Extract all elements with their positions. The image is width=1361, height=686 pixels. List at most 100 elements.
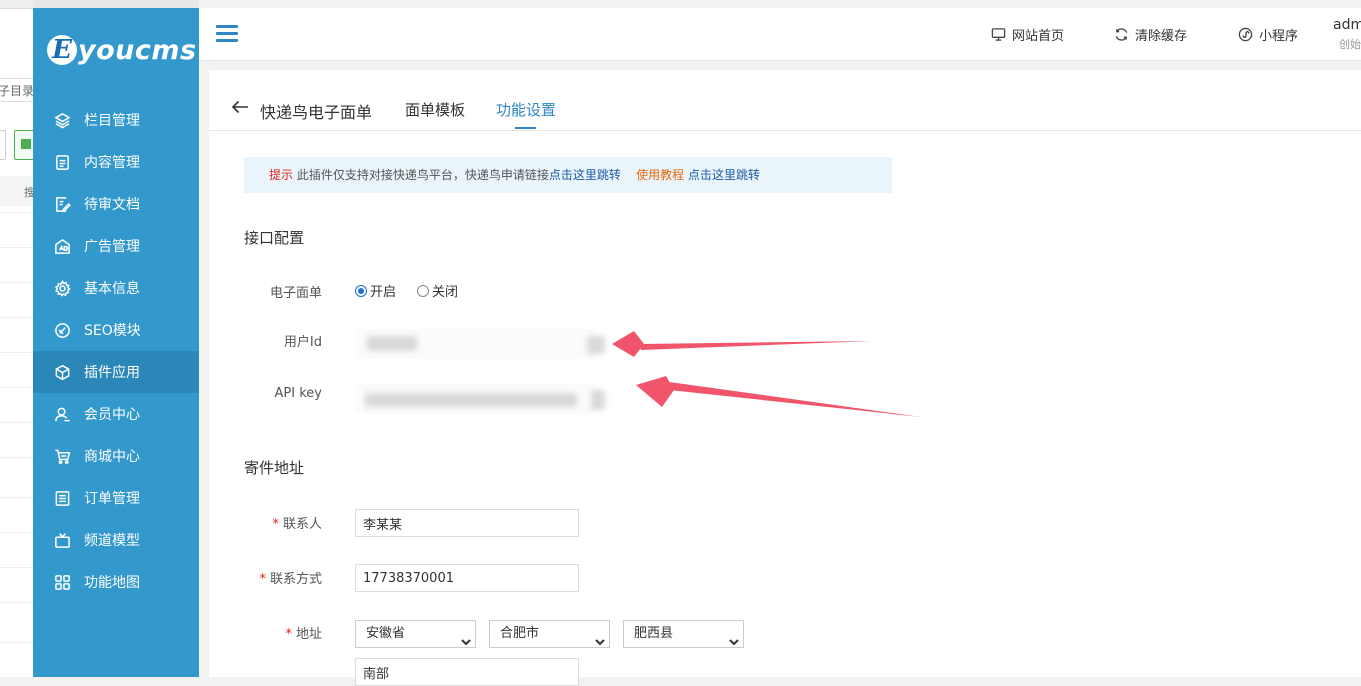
annotation-arrows xyxy=(612,331,921,417)
miniprogram-icon xyxy=(1238,27,1253,42)
arrow-to-api-key xyxy=(636,376,921,417)
sidebar-item-pending[interactable]: 待审文档 xyxy=(33,183,199,225)
menu-toggle-icon[interactable] xyxy=(216,25,238,43)
notice-prefix: 提示 xyxy=(269,168,294,182)
radio-on[interactable] xyxy=(355,284,367,297)
tab-template[interactable]: 面单模板 xyxy=(405,99,465,120)
seo-icon xyxy=(53,321,71,339)
header-link-label: 网站首页 xyxy=(1012,29,1065,44)
sidebar-item-label: 广告管理 xyxy=(84,239,140,255)
admin-username[interactable]: adm xyxy=(1333,17,1361,33)
province-value: 安徽省 xyxy=(366,626,406,641)
sidebar-item-label: 频道模型 xyxy=(84,533,140,549)
sidebar-item-label: 功能地图 xyxy=(84,575,140,591)
apply-link[interactable]: 点击这里跳转 xyxy=(549,168,621,182)
radio-off[interactable] xyxy=(417,284,430,297)
address-label-text: 地址 xyxy=(295,627,322,642)
gear-icon xyxy=(53,279,71,297)
active-tab-indicator xyxy=(515,127,536,129)
arrow-to-user-id xyxy=(612,331,872,357)
sidebar-item-shop[interactable]: 商城中心 xyxy=(33,435,199,477)
contact-label: * 联系人 xyxy=(272,517,322,532)
sidebar-item-orders[interactable]: 订单管理 xyxy=(33,477,199,519)
city-value: 合肥市 xyxy=(500,626,540,641)
list-icon xyxy=(53,489,71,507)
top-header: 网站首页 清除缓存 小程序 adm 创始 xyxy=(199,8,1361,61)
monitor-icon xyxy=(991,28,1006,41)
notice-text: 此插件仅支持对接快递鸟平台，快递鸟申请链接 xyxy=(293,168,549,182)
sidebar-item-label: 商城中心 xyxy=(84,449,140,465)
api-config-title: 接口配置 xyxy=(244,229,305,247)
cube-icon xyxy=(53,363,71,381)
sender-address-title: 寄件地址 xyxy=(244,459,305,477)
cart-icon xyxy=(53,447,71,465)
sidebar-item-channels[interactable]: 频道模型 xyxy=(33,519,199,561)
radio-on-label[interactable]: 开启 xyxy=(370,281,396,300)
layers-icon xyxy=(53,111,71,129)
ad-icon xyxy=(53,237,71,255)
user-id-label: 用户Id xyxy=(283,335,322,350)
eorder-label: 电子面单 xyxy=(269,286,322,301)
sidebar-item-seo[interactable]: SEO模块 xyxy=(33,309,199,351)
header-link-label: 小程序 xyxy=(1259,29,1299,44)
sidebar-item-label: 基本信息 xyxy=(84,281,140,297)
contact-label-text: 联系人 xyxy=(282,517,322,532)
api-key-redacted-tail xyxy=(591,390,605,410)
chevron-down-icon xyxy=(729,630,739,646)
logo-text: youcms xyxy=(78,34,197,66)
admin-role: 创始 xyxy=(1339,38,1361,51)
document-icon xyxy=(53,153,71,171)
sidebar-item-label: 插件应用 xyxy=(84,365,140,381)
district-select[interactable]: 肥西县 xyxy=(623,620,744,648)
sidebar-item-plugins[interactable]: 插件应用 xyxy=(33,351,199,393)
background-window: 子目录 搜 xyxy=(0,0,34,677)
radio-off-label[interactable]: 关闭 xyxy=(432,281,458,300)
address-label: * 地址 xyxy=(285,627,322,642)
tutorial-link[interactable]: 点击这里跳转 xyxy=(688,168,760,182)
sidebar-item-label: SEO模块 xyxy=(84,323,141,339)
background-window-bar xyxy=(0,0,33,9)
sidebar-menu: 栏目管理 内容管理 待审文档 广告管理 基本信息 SEO模块 插件应用 会员中心… xyxy=(33,99,199,603)
api-key-redacted xyxy=(365,393,577,407)
contact-input[interactable] xyxy=(355,509,579,537)
header-link-clear-cache[interactable]: 清除缓存 xyxy=(1114,25,1187,44)
background-grid-button xyxy=(14,130,33,160)
edit-document-icon xyxy=(53,195,71,213)
sidebar-item-members[interactable]: 会员中心 xyxy=(33,393,199,435)
background-table-header: 搜 xyxy=(0,176,33,206)
city-select[interactable]: 合肥市 xyxy=(489,620,610,648)
district-value: 肥西县 xyxy=(634,626,674,641)
sidebar: E youcms 栏目管理 内容管理 待审文档 广告管理 基本信息 SEO模块 xyxy=(33,0,199,677)
notice-banner: 提示 此插件仅支持对接快递鸟平台，快递鸟申请链接点击这里跳转 使用教程 点击这里… xyxy=(244,157,892,193)
chevron-down-icon xyxy=(595,630,605,646)
user-id-redacted-tail xyxy=(587,336,605,354)
back-arrow-icon[interactable] xyxy=(231,100,249,114)
sidebar-item-ads[interactable]: 广告管理 xyxy=(33,225,199,267)
header-link-site-home[interactable]: 网站首页 xyxy=(991,25,1064,44)
background-text: 子目录 xyxy=(0,84,34,98)
background-button xyxy=(0,130,6,160)
sidebar-item-basic-info[interactable]: 基本信息 xyxy=(33,267,199,309)
sidebar-item-label: 栏目管理 xyxy=(84,113,140,129)
logo[interactable]: E youcms xyxy=(47,30,197,70)
phone-label-text: 联系方式 xyxy=(269,572,322,587)
user-id-redacted xyxy=(367,336,417,351)
sidebar-item-columns[interactable]: 栏目管理 xyxy=(33,99,199,141)
tab-settings[interactable]: 功能设置 xyxy=(496,99,556,120)
sidebar-item-content[interactable]: 内容管理 xyxy=(33,141,199,183)
user-icon xyxy=(53,405,71,423)
phone-input[interactable] xyxy=(355,564,579,592)
api-key-label: API key xyxy=(274,386,322,401)
plugin-title: 快递鸟电子面单 xyxy=(260,103,373,122)
sidebar-item-feature-map[interactable]: 功能地图 xyxy=(33,561,199,603)
sidebar-item-label: 待审文档 xyxy=(84,197,140,213)
logo-mark: E xyxy=(47,35,77,65)
province-select[interactable]: 安徽省 xyxy=(355,620,476,648)
eorder-toggle: 开启 关闭 xyxy=(355,281,479,300)
header-link-miniprogram[interactable]: 小程序 xyxy=(1238,25,1298,44)
tab-bar: 快递鸟电子面单 面单模板 功能设置 xyxy=(209,70,1361,131)
main-content: 快递鸟电子面单 面单模板 功能设置 提示 此插件仅支持对接快递鸟平台，快递鸟申请… xyxy=(209,70,1361,686)
address-detail-input[interactable] xyxy=(355,658,579,686)
sidebar-item-label: 内容管理 xyxy=(84,155,140,171)
tv-icon xyxy=(53,531,71,549)
